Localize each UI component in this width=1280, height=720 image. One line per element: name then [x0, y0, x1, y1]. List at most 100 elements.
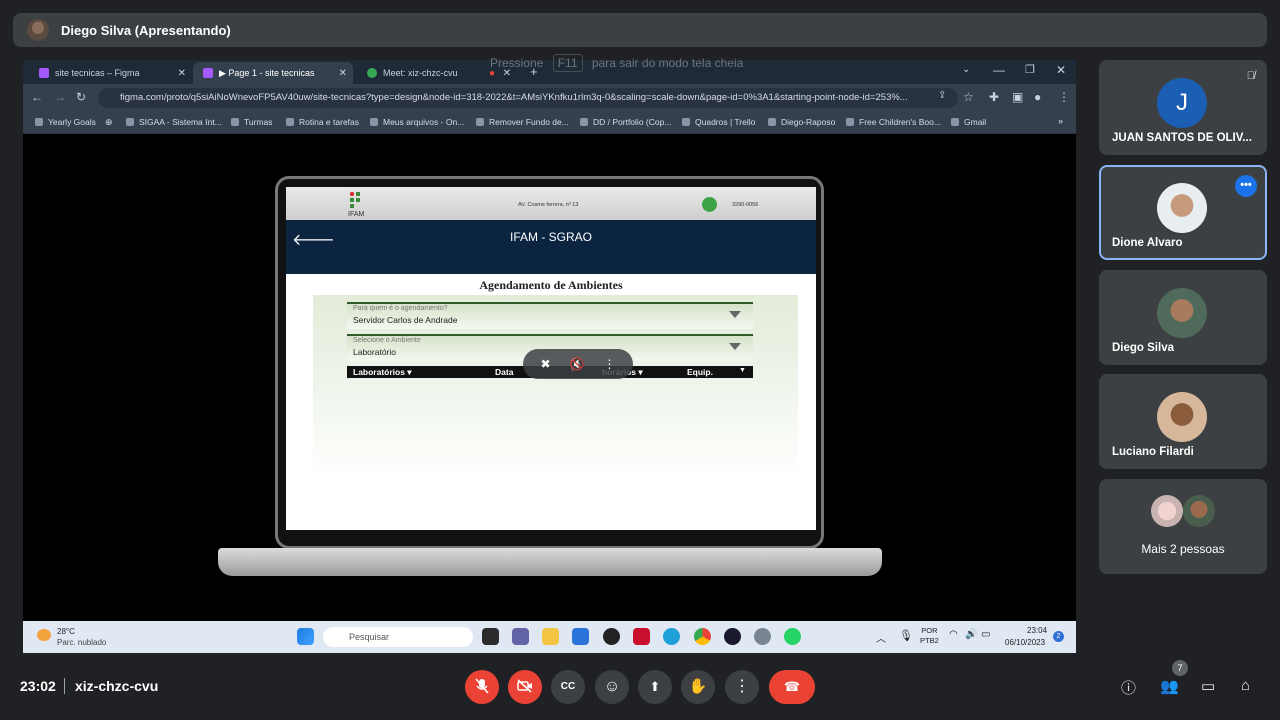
captions-button[interactable]: CC [551, 670, 585, 704]
participant-tile-luciano[interactable]: Luciano Filardi [1099, 374, 1267, 469]
close-tab-icon[interactable]: ✕ [178, 68, 186, 79]
language-indicator[interactable]: POR PTB2 [920, 626, 939, 646]
filter-equip-arrow-icon[interactable]: ▼ [739, 367, 746, 374]
camera-toggle-button[interactable] [508, 670, 542, 704]
start-icon[interactable] [297, 628, 314, 645]
ifam-logo [348, 191, 366, 209]
leave-call-button[interactable]: ☎ [769, 670, 815, 704]
more-options-button[interactable]: ⋮ [725, 670, 759, 704]
tab-label: site tecnicas – Figma [55, 68, 140, 78]
back-icon[interactable]: ← [31, 90, 43, 104]
bookmark-item[interactable]: Quadros | Trello [682, 117, 755, 127]
profile-icon[interactable]: ● [1034, 90, 1041, 104]
file-explorer-icon[interactable] [542, 628, 559, 645]
pin-off-icon[interactable]: ✖ [540, 357, 550, 371]
store-icon[interactable] [572, 628, 589, 645]
tab-label: Meet: xiz-chzc-cvu [383, 68, 458, 78]
ifam-logo-text: IFAM [348, 211, 365, 218]
weather-icon[interactable] [37, 629, 51, 641]
close-window-icon[interactable]: ✕ [1056, 63, 1066, 77]
more-vert-icon: ⋮ [734, 678, 750, 695]
browser-tab-figma[interactable]: site tecnicas – Figma ✕ [29, 62, 192, 84]
app-icon[interactable] [724, 628, 741, 645]
minimize-icon[interactable]: — [993, 63, 1005, 77]
participant-tile-diego[interactable]: Diego Silva [1099, 270, 1267, 365]
bookmark-item[interactable]: Free Children's Boo... [846, 117, 941, 127]
scheduling-form: Para quem é o agendamento? Servidor Carl… [313, 295, 798, 480]
globe-icon[interactable]: ⊕ [105, 117, 113, 128]
info-icon[interactable]: ⓘ [1121, 677, 1136, 698]
address-bar: ← → ↻ figma.com/proto/q5siAiNoWnevoFP5AV… [23, 84, 1076, 112]
teams-icon[interactable] [512, 628, 529, 645]
wifi-icon[interactable]: ◠ [949, 629, 958, 640]
whatsapp-icon[interactable] [784, 628, 801, 645]
whatsapp-icon[interactable] [702, 197, 717, 212]
task-view-icon[interactable] [482, 628, 499, 645]
forward-icon[interactable]: → [54, 90, 66, 104]
clock-date[interactable]: 06/10/2023 [1005, 638, 1045, 647]
microphone-toggle-button[interactable] [465, 670, 499, 704]
dell-icon[interactable] [603, 628, 620, 645]
browser-tab-page1[interactable]: ▶ Page 1 - site tecnicas ✕ [193, 62, 353, 84]
camera-off-icon [517, 679, 532, 693]
field-value: Laboratório [353, 347, 397, 357]
bookmark-item[interactable]: SIGAA - Sistema Int... [126, 117, 222, 127]
url-field[interactable]: figma.com/proto/q5siAiNoWnevoFP5AV40uw/s… [98, 88, 958, 108]
bookmark-item[interactable]: Diego-Raposo [768, 117, 835, 127]
bookmark-star-icon[interactable]: ☆ [963, 90, 974, 104]
battery-icon[interactable]: ▭ [981, 629, 990, 640]
recipient-select[interactable]: Para quem é o agendamento? Servidor Carl… [347, 302, 753, 329]
share-icon[interactable]: ⇪ [938, 90, 946, 101]
bookmark-item[interactable]: Yearly Goals [35, 117, 96, 127]
app-nav-bar: 🡐 IFAM - SGRAO [286, 220, 816, 274]
presenter-name: Diego Silva (Apresentando) [61, 22, 231, 38]
weather-temperature[interactable]: 28°C [57, 627, 75, 636]
bookmark-item[interactable]: Turmas [231, 117, 273, 127]
more-bookmarks-icon[interactable]: » [1058, 116, 1063, 126]
filter-laboratorios[interactable]: Laboratórios ▾ [353, 367, 412, 378]
bookmark-item[interactable]: Rotina e tarefas [286, 117, 359, 127]
close-tab-icon[interactable]: ✕ [339, 68, 347, 79]
filter-equip[interactable]: Equip. [687, 367, 713, 377]
weather-description[interactable]: Parc. nublado [57, 638, 106, 647]
mcafee-icon[interactable] [633, 628, 650, 645]
settings-icon[interactable] [754, 628, 771, 645]
taskbar-search[interactable]: Pesquisar [323, 627, 473, 647]
field-label: Selecione o Ambiente [353, 337, 421, 344]
microphone-icon[interactable]: 🎙 [899, 629, 913, 642]
mute-icon[interactable]: 🔇 [570, 357, 585, 371]
prototype-screen: IFAM AV. Cosme ferrera, nº 13 3290-0056 … [286, 187, 816, 530]
participant-tile-more[interactable]: Mais 2 pessoas [1099, 479, 1267, 574]
activities-icon[interactable]: ⌂ [1241, 677, 1250, 694]
participant-tile-dione[interactable]: ••• Dione Alvaro [1099, 165, 1267, 260]
field-label: Para quem é o agendamento? [353, 305, 448, 312]
filter-data[interactable]: Data [495, 367, 513, 377]
reactions-button[interactable]: ☺ [595, 670, 629, 704]
tab-search-icon[interactable]: ⌄ [962, 64, 970, 75]
notification-badge[interactable]: 2 [1053, 631, 1064, 642]
more-options-icon[interactable]: ⋮ [603, 357, 615, 371]
clock-time[interactable]: 23:04 [1027, 626, 1047, 635]
bookmark-item[interactable]: Remover Fundo de... [476, 117, 569, 127]
bookmark-item[interactable]: DD / Portfolio (Cop... [580, 117, 671, 127]
bookmark-item[interactable]: Meus arquivos - On... [370, 117, 464, 127]
extensions-icon[interactable]: ✚ [989, 90, 999, 104]
avatar: J [1157, 78, 1207, 128]
raise-hand-button[interactable]: ✋ [681, 670, 715, 704]
chrome-icon[interactable] [694, 628, 711, 645]
restore-icon[interactable]: ❐ [1025, 63, 1035, 76]
tray-chevron-icon[interactable]: ︿ [876, 630, 886, 645]
reload-icon[interactable]: ↻ [76, 90, 86, 104]
volume-icon[interactable]: 🔊 [965, 629, 977, 640]
more-options-icon[interactable]: ••• [1235, 175, 1257, 197]
participant-name: Diego Silva [1112, 342, 1174, 354]
participant-tile-juan[interactable]: J 🎙̸ JUAN SANTOS DE OLIV... [1099, 60, 1267, 155]
edge-icon[interactable] [663, 628, 680, 645]
section-title: Agendamento de Ambientes [479, 278, 623, 292]
bookmark-item[interactable]: Gmail [951, 117, 986, 127]
people-icon[interactable]: 👥 [1160, 677, 1179, 695]
present-button[interactable]: ⬆ [638, 670, 672, 704]
sidepanel-icon[interactable]: ▣ [1012, 90, 1023, 104]
chat-icon[interactable]: ▭ [1201, 677, 1215, 695]
menu-icon[interactable]: ⋮ [1058, 90, 1070, 104]
